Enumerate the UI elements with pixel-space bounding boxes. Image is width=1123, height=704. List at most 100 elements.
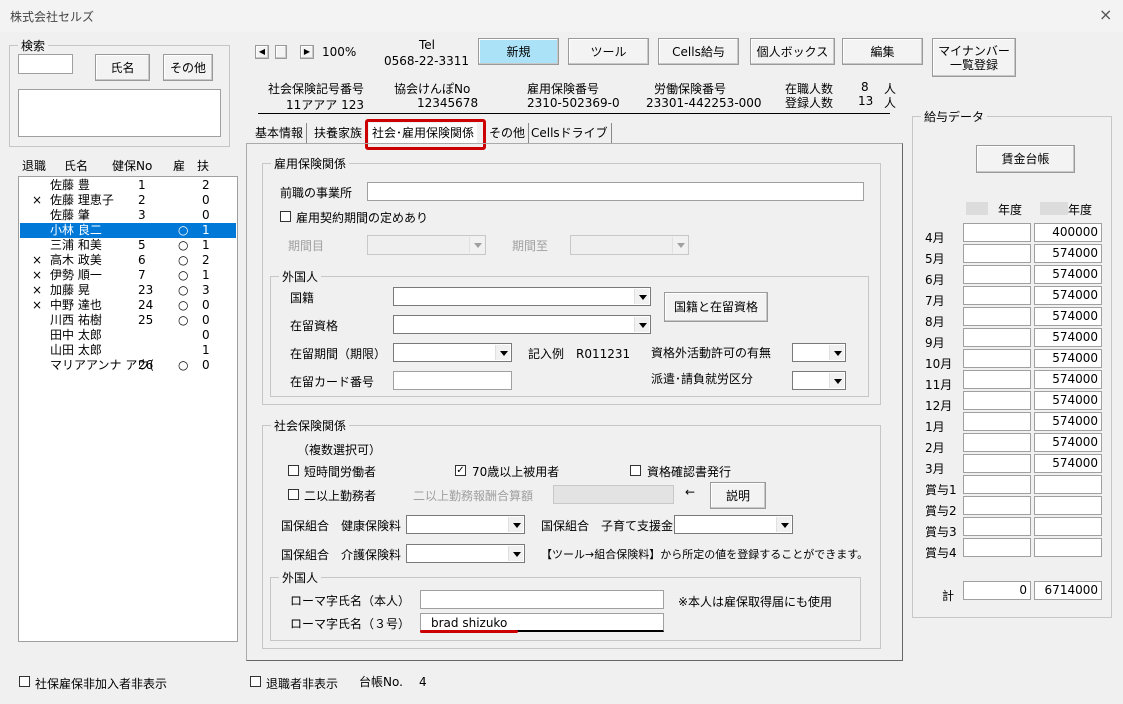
salary-cell-col1[interactable]	[963, 370, 1031, 389]
nationality-status-button[interactable]: 国籍と在留資格	[664, 292, 768, 322]
salary-month-label: 2月	[925, 441, 945, 455]
multi-calc-input[interactable]	[553, 485, 674, 504]
list-item[interactable]: 佐藤 豊 1 2	[20, 178, 236, 193]
list-item[interactable]: 川西 祐樹 25 ○ 0	[20, 313, 236, 328]
tab-dependents[interactable]: 扶養家族	[311, 123, 367, 143]
koyo-number-value: 2310-502369-0	[527, 96, 620, 110]
salary-cell-col2[interactable]: 574000	[1034, 328, 1102, 347]
salary-cell-col1[interactable]	[963, 265, 1031, 284]
salary-cell-col2[interactable]: 574000	[1034, 454, 1102, 473]
col-header-name: 氏名	[64, 159, 89, 173]
employee-list[interactable]: 佐藤 豊 1 2 × 佐藤 理恵子 2 0 佐藤 肇 3 0 小林 良二 ○ 1 三浦 和美 5 ○ 1 × 高木 …	[18, 176, 238, 642]
residence-period-select[interactable]	[393, 343, 512, 362]
salary-cell-col1[interactable]	[963, 391, 1031, 410]
salary-cell-col1[interactable]	[963, 328, 1031, 347]
salary-cell-col2[interactable]: 574000	[1034, 433, 1102, 452]
salary-cell-col1[interactable]	[963, 538, 1031, 557]
list-item[interactable]: × 加藤 晃 23 ○ 3	[20, 283, 236, 298]
salary-cell-col2[interactable]: 574000	[1034, 349, 1102, 368]
kokuho-health-select[interactable]	[406, 515, 525, 534]
list-item[interactable]: 小林 良二 ○ 1	[20, 223, 236, 238]
salary-cell-col1[interactable]	[963, 223, 1031, 242]
residence-status-select[interactable]	[393, 315, 651, 334]
list-item[interactable]: マリアアンナ アウ(26 ○ 0	[20, 358, 236, 373]
salary-cell-col2[interactable]	[1034, 538, 1102, 557]
dispatch-select[interactable]	[792, 371, 846, 390]
salary-cell-col1[interactable]	[963, 433, 1031, 452]
wage-ledger-button[interactable]: 賃金台帳	[976, 145, 1075, 173]
contract-period-checkbox[interactable]	[280, 211, 291, 222]
nationality-select[interactable]	[393, 287, 651, 306]
other-search-button[interactable]: その他	[163, 54, 213, 81]
salary-cell-col2[interactable]: 574000	[1034, 244, 1102, 263]
list-item[interactable]: × 高木 政美 6 ○ 2	[20, 253, 236, 268]
new-button[interactable]: 新規	[478, 38, 559, 65]
salary-cell-col2[interactable]	[1034, 475, 1102, 494]
salary-cell-col1[interactable]	[963, 496, 1031, 515]
cert-checkbox[interactable]	[630, 465, 641, 476]
salary-month-label: 賞与2	[925, 504, 957, 518]
list-item[interactable]: 三浦 和美 5 ○ 1	[20, 238, 236, 253]
scroll-thumb[interactable]	[275, 45, 287, 59]
salary-cell-col1[interactable]	[963, 244, 1031, 263]
salary-cell-col1[interactable]	[963, 286, 1031, 305]
salary-cell-col1[interactable]	[963, 412, 1031, 431]
list-item[interactable]: 山田 太郎 1	[20, 343, 236, 358]
personal-box-button[interactable]: 個人ボックス	[750, 38, 835, 65]
salary-cell-col2[interactable]: 574000	[1034, 412, 1102, 431]
tab-basic[interactable]: 基本情報	[252, 123, 308, 143]
edit-button[interactable]: 編集	[842, 38, 923, 65]
salary-cell-col2[interactable]: 574000	[1034, 391, 1102, 410]
salary-cell-col2[interactable]: 574000	[1034, 307, 1102, 326]
list-item[interactable]: 佐藤 肇 3 0	[20, 208, 236, 223]
salary-cell-col2[interactable]: 574000	[1034, 286, 1102, 305]
salary-cell-col1[interactable]	[963, 349, 1031, 368]
name-search-button[interactable]: 氏名	[95, 54, 150, 81]
kyokai-value: 12345678	[417, 96, 479, 110]
list-item-fu: 0	[202, 193, 210, 207]
mynumber-button[interactable]: マイナンバー 一覧登録	[932, 38, 1016, 77]
search-results[interactable]	[18, 89, 221, 137]
salary-month-label: 10月	[925, 357, 953, 371]
cells-salary-button[interactable]: Cells給与	[658, 38, 739, 65]
card-number-input[interactable]	[393, 371, 512, 390]
info-divider	[258, 113, 890, 114]
salary-cell-col1[interactable]	[963, 454, 1031, 473]
salary-cell-col2[interactable]	[1034, 496, 1102, 515]
list-item-no: 1	[138, 178, 146, 192]
list-item[interactable]: × 伊勢 順一 7 ○ 1	[20, 268, 236, 283]
search-input[interactable]	[18, 54, 73, 74]
salary-cell-col2[interactable]: 574000	[1034, 370, 1102, 389]
salary-cell-col1[interactable]	[963, 307, 1031, 326]
scroll-right-icon[interactable]: ▶	[300, 45, 314, 59]
tab-other[interactable]: その他	[486, 123, 530, 143]
romaji-self-input[interactable]	[420, 590, 664, 609]
salary-cell-col1[interactable]	[963, 475, 1031, 494]
salary-cell-col2[interactable]	[1034, 517, 1102, 536]
scroll-left-icon[interactable]: ◀	[255, 45, 269, 59]
short-time-checkbox[interactable]	[288, 465, 299, 476]
hide-retired-checkbox[interactable]	[250, 676, 261, 687]
list-item[interactable]: × 中野 達也 24 ○ 0	[20, 298, 236, 313]
multi-office-checkbox[interactable]	[288, 489, 299, 500]
hide-uninsured-checkbox[interactable]	[19, 676, 30, 687]
tab-cells-drive[interactable]: Cellsドライブ	[528, 123, 612, 143]
period-from-select[interactable]	[367, 235, 486, 255]
list-item[interactable]: × 佐藤 理恵子 2 0	[20, 193, 236, 208]
period-to-select[interactable]	[570, 235, 689, 255]
over70-checkbox[interactable]: ✓	[455, 465, 466, 476]
list-item-fu: 0	[202, 313, 210, 327]
explain-button[interactable]: 説明	[710, 482, 766, 509]
list-item-fu: 2	[202, 178, 210, 192]
permit-select[interactable]	[792, 343, 846, 362]
tool-button[interactable]: ツール	[568, 38, 649, 65]
list-item[interactable]: 田中 太郎 0	[20, 328, 236, 343]
kokuho-child-select[interactable]	[674, 515, 793, 534]
salary-cell-col2[interactable]: 400000	[1034, 223, 1102, 242]
prev-office-input[interactable]	[367, 182, 864, 201]
salary-cell-col1[interactable]	[963, 517, 1031, 536]
salary-cell-col2[interactable]: 574000	[1034, 265, 1102, 284]
close-icon[interactable]: ×	[1099, 5, 1112, 24]
kokuho-care-select[interactable]	[406, 544, 525, 563]
romaji-self-note: ※本人は雇保取得届にも使用	[678, 595, 833, 609]
